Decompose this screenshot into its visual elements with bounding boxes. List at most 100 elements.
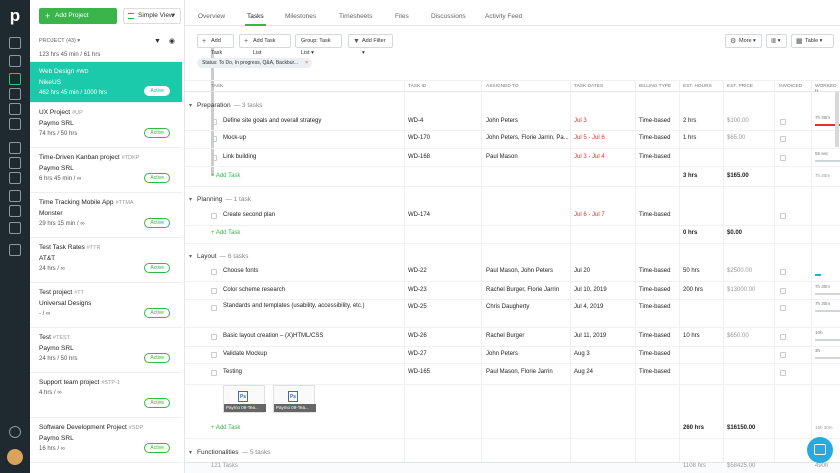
task-checkbox[interactable]: [211, 213, 217, 219]
task-dates[interactable]: Jul 20: [574, 268, 590, 274]
table-row[interactable]: Define site goals and overall strategy WD…: [185, 114, 840, 131]
task-checkbox[interactable]: [211, 288, 217, 294]
task-name[interactable]: Color scheme research: [223, 287, 285, 293]
calendar-icon[interactable]: [9, 157, 21, 169]
tab-timesheets[interactable]: Timesheets: [339, 13, 372, 20]
table-row[interactable]: Testing WD-165 Paul Mason, Florie Jarrin Au…: [185, 365, 840, 385]
column-header-task-id[interactable]: TASK ID: [408, 84, 426, 89]
more-button[interactable]: ⚙ More ▾: [725, 34, 762, 48]
column-header-assigned-to[interactable]: ASSIGNED TO: [486, 84, 519, 89]
invoiced-checkbox[interactable]: [780, 213, 786, 219]
projects-icon[interactable]: [9, 73, 21, 85]
columns-button[interactable]: ▥ ▾: [766, 34, 787, 48]
column-header-task[interactable]: TASK: [211, 84, 223, 89]
task-name[interactable]: Standards and templates (usability, acce…: [223, 302, 398, 311]
tab-overview[interactable]: Overview: [198, 13, 225, 20]
add-filter-button[interactable]: ▼ Add Filter ▾: [348, 34, 393, 56]
task-dates[interactable]: Jul 10, 2019: [574, 287, 607, 293]
task-name[interactable]: Mock-up: [223, 135, 246, 141]
status-badge[interactable]: Active: [144, 173, 170, 183]
status-badge[interactable]: Active: [144, 218, 170, 228]
column-header-est-hours[interactable]: EST. HOURS: [683, 84, 712, 89]
project-item[interactable]: Test #TEST Paymo SRL 24 hrs / 50 hrs Active: [30, 328, 182, 373]
status-badge[interactable]: Active: [144, 443, 170, 453]
column-header-billing-type[interactable]: BILLING TYPE: [639, 84, 671, 89]
task-checkbox[interactable]: [211, 136, 217, 142]
task-name[interactable]: Create second plan: [223, 212, 275, 218]
task-list-header[interactable]: Layout— 6 tasks: [189, 253, 249, 260]
projects-count[interactable]: PROJECT (43) ▾: [39, 38, 80, 44]
invoiced-checkbox[interactable]: [780, 334, 786, 340]
table-row[interactable]: Mock-up WD-170 John Peters, Florie Jarrin,…: [185, 131, 840, 149]
invoiced-checkbox[interactable]: [780, 370, 786, 376]
chat-button[interactable]: [807, 437, 833, 463]
add-task-button[interactable]: + Add Task: [197, 34, 234, 56]
task-checkbox[interactable]: [211, 119, 217, 125]
task-name[interactable]: Define site goals and overall strategy: [223, 118, 321, 124]
task-assignee[interactable]: Paul Mason, Florie Jarrin: [486, 369, 553, 375]
invoices-icon[interactable]: [9, 118, 21, 130]
task-assignee[interactable]: John Peters: [486, 118, 518, 124]
status-badge[interactable]: Active: [144, 263, 170, 273]
add-icon[interactable]: [9, 244, 21, 256]
file-attachment[interactable]: Ps Paymo 09-Tea...: [223, 385, 266, 413]
invoiced-checkbox[interactable]: [780, 269, 786, 275]
task-name[interactable]: Testing: [223, 369, 242, 375]
task-checkbox[interactable]: [211, 334, 217, 340]
status-filter-pill[interactable]: Status: To Do, In progress, Q&A, Backbur…: [197, 58, 313, 68]
dashboard-icon[interactable]: [9, 55, 21, 67]
task-dates[interactable]: Jul 5 - Jul 6: [574, 135, 605, 141]
status-badge[interactable]: Active: [144, 128, 170, 138]
project-item[interactable]: Time-Driven Kanban project #TDKP Paymo SRL…: [30, 148, 182, 193]
task-dates[interactable]: Jul 6 - Jul 7: [574, 212, 605, 218]
reports-icon[interactable]: [9, 142, 21, 154]
invoiced-checkbox[interactable]: [780, 288, 786, 294]
filter-eye-icons[interactable]: ▼ ◉: [154, 37, 178, 45]
table-row[interactable]: Create second plan WD-174 Jul 6 - Jul 7 Tim…: [185, 208, 840, 226]
task-assignee[interactable]: John Peters: [486, 351, 518, 357]
task-list-header[interactable]: Preparation— 3 tasks: [189, 102, 262, 109]
task-name[interactable]: Basic layout creation – (X)HTML/CSS: [223, 333, 323, 339]
table-row[interactable]: Choose fonts WD-22 Paul Mason, John Peters…: [185, 264, 840, 282]
status-badge[interactable]: Active: [144, 398, 170, 408]
project-item[interactable]: UX Project #UP Paymo SRL 74 hrs / 50 hrs Act…: [30, 103, 182, 148]
table-row[interactable]: Link building WD-168 Paul Mason Jul 3 - Jul…: [185, 150, 840, 167]
table-scrollbar[interactable]: [835, 92, 839, 147]
task-name[interactable]: Validate Mockup: [223, 351, 267, 357]
task-checkbox[interactable]: [211, 269, 217, 275]
column-header-invoiced[interactable]: INVOICED: [779, 84, 802, 89]
column-header-est-price[interactable]: EST. PRICE: [727, 84, 753, 89]
task-assignee[interactable]: Chris Daugherty: [486, 304, 529, 310]
paymo-logo[interactable]: p: [7, 7, 23, 25]
add-task-link[interactable]: Add Task: [211, 230, 241, 236]
task-assignee[interactable]: Rachel Burger: [486, 333, 524, 339]
table-row[interactable]: Basic layout creation – (X)HTML/CSS WD-26…: [185, 329, 840, 347]
tab-milestones[interactable]: Milestones: [285, 13, 316, 20]
add-project-button[interactable]: Add Project: [39, 8, 117, 24]
contacts-icon[interactable]: [9, 103, 21, 115]
home-icon[interactable]: [9, 37, 21, 49]
files-icon[interactable]: [9, 205, 21, 217]
task-list-header[interactable]: Planning— 1 task: [189, 196, 251, 203]
invoiced-checkbox[interactable]: [780, 352, 786, 358]
invoiced-checkbox[interactable]: [780, 305, 786, 311]
invoiced-checkbox[interactable]: [780, 119, 786, 125]
task-checkbox[interactable]: [211, 305, 217, 311]
project-item[interactable]: Time Tracking Mobile App #TTMA Monster 29 h…: [30, 193, 182, 238]
help-icon[interactable]: [9, 426, 21, 438]
project-item[interactable]: Web Design #WD NikeUS 462 hrs 45 min / 1000…: [30, 62, 182, 103]
leaves-icon[interactable]: [9, 190, 21, 202]
file-attachment[interactable]: Ps Paymo 09-Tea...: [273, 385, 316, 413]
task-list-header[interactable]: Functionalities— 5 tasks: [189, 449, 271, 456]
project-item[interactable]: Support team project #STP-1 4 hrs / ∞ Activ…: [30, 373, 182, 418]
task-dates[interactable]: Jul 4, 2019: [574, 304, 603, 310]
project-item[interactable]: Test project #TT Universal Designs - / ∞ Act…: [30, 283, 182, 328]
add-task-link[interactable]: Add Task: [211, 173, 241, 179]
task-dates[interactable]: Aug 24: [574, 369, 593, 375]
task-assignee[interactable]: Paul Mason: [486, 154, 518, 160]
table-row[interactable]: Color scheme research WD-23 Rachel Burger,…: [185, 283, 840, 300]
docs-icon[interactable]: [9, 222, 21, 234]
simple-view-dropdown[interactable]: Simple View ▾: [123, 8, 181, 24]
close-icon[interactable]: ×: [305, 58, 308, 68]
status-badge[interactable]: Active: [144, 308, 170, 318]
